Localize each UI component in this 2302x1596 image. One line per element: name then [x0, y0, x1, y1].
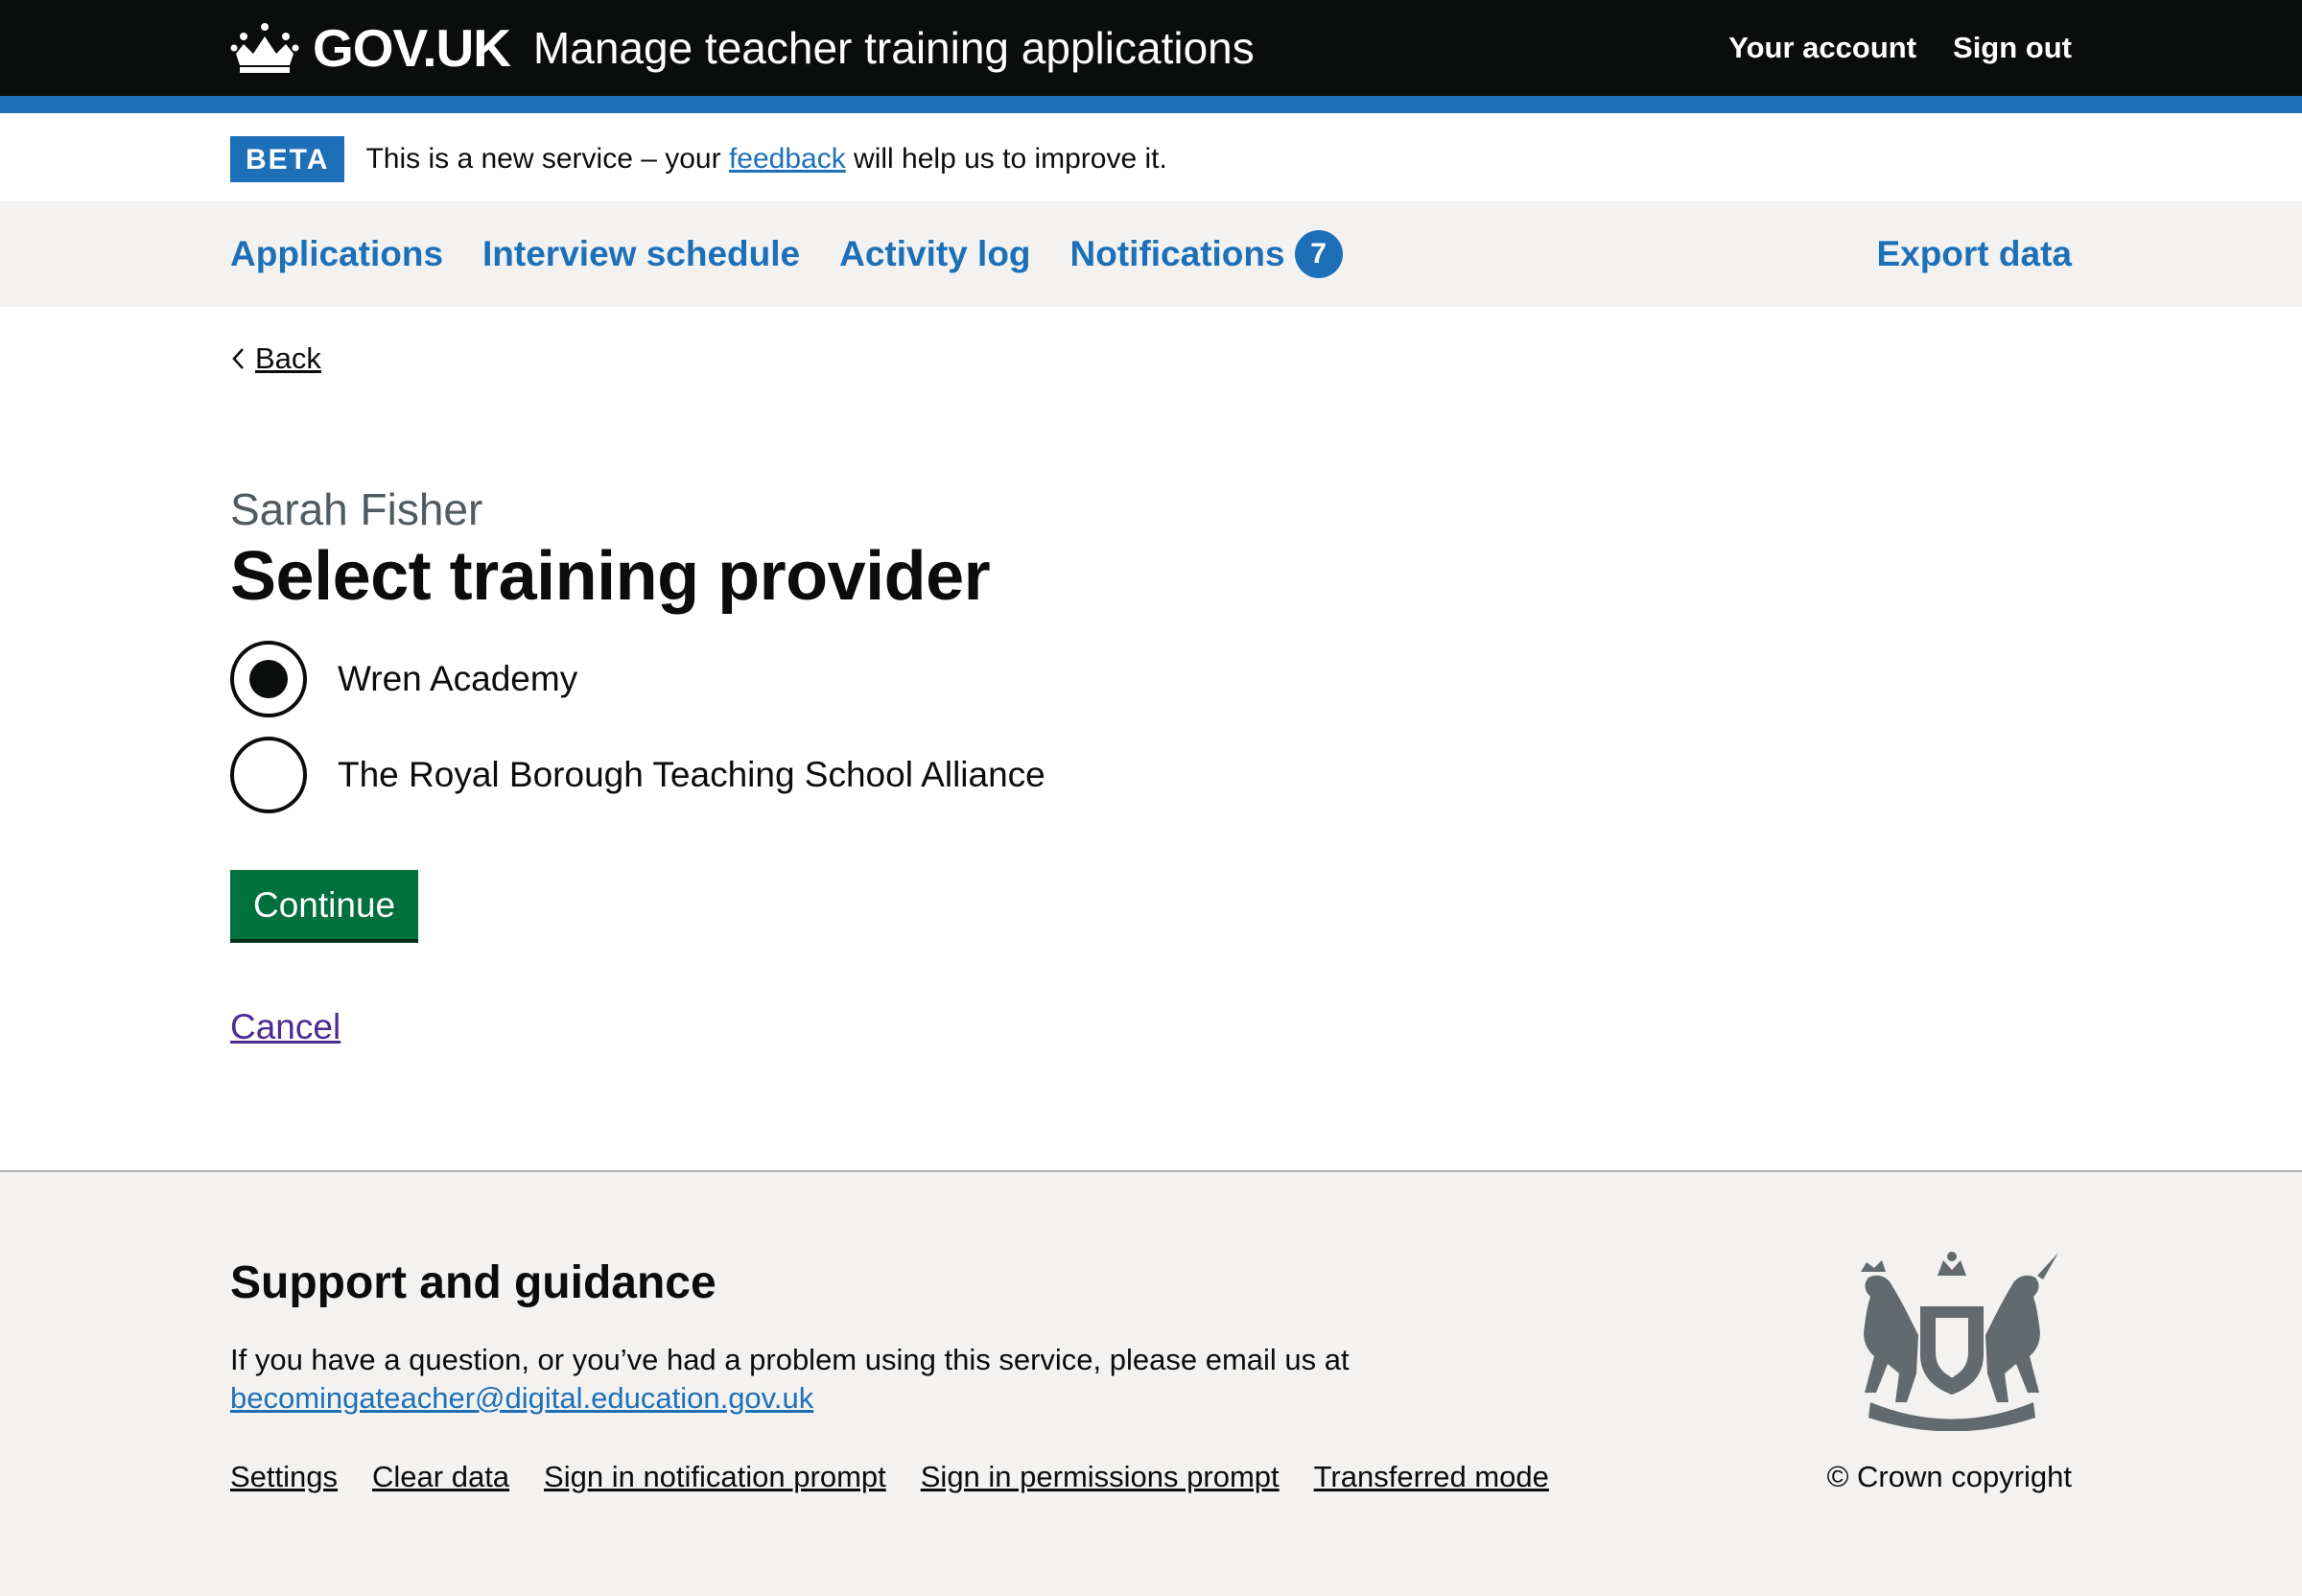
footer-link-transferred-mode[interactable]: Transferred mode	[1314, 1460, 1549, 1494]
nav-notifications[interactable]: Notifications 7	[1070, 230, 1343, 278]
radio-label[interactable]: Wren Academy	[338, 659, 577, 699]
main-content: Back Sarah Fisher Select training provid…	[0, 307, 2302, 1170]
radio-selected-dot	[249, 660, 288, 698]
back-link[interactable]: Back	[230, 341, 321, 376]
nav-notifications-label: Notifications	[1069, 234, 1285, 273]
support-email-link[interactable]: becomingateacher@digital.education.gov.u…	[230, 1381, 813, 1415]
footer-heading: Support and guidance	[230, 1257, 716, 1308]
footer-links: Settings Clear data Sign in notification…	[230, 1460, 1549, 1494]
chevron-left-icon	[232, 348, 244, 369]
sign-out-link[interactable]: Sign out	[1953, 31, 2072, 65]
phase-text-before: This is a new service – your	[365, 143, 729, 175]
feedback-link[interactable]: feedback	[729, 143, 846, 175]
site-footer: Support and guidance If you have a quest…	[0, 1170, 2302, 1596]
candidate-name-caption: Sarah Fisher	[230, 484, 483, 534]
cancel-link[interactable]: Cancel	[230, 1007, 341, 1047]
notification-count-badge: 7	[1294, 230, 1343, 278]
site-header: GOV.UK Manage teacher training applicati…	[0, 0, 2302, 113]
radio-label[interactable]: The Royal Borough Teaching School Allian…	[338, 755, 1045, 795]
radio-option-royal-borough[interactable]: The Royal Borough Teaching School Allian…	[230, 737, 1045, 813]
logo-text: GOV.UK	[313, 18, 511, 78]
footer-support-sentence: If you have a question, or you’ve had a …	[230, 1343, 1350, 1376]
nav-interview-schedule[interactable]: Interview schedule	[482, 234, 800, 274]
crown-copyright: © Crown copyright	[1826, 1460, 2072, 1493]
beta-tag: BETA	[230, 136, 345, 182]
footer-support-text: If you have a question, or you’ve had a …	[230, 1341, 1350, 1418]
radio-option-wren-academy[interactable]: Wren Academy	[230, 641, 1045, 717]
service-name-link[interactable]: Manage teacher training applications	[533, 22, 1255, 74]
govuk-logo-link[interactable]: GOV.UK	[230, 17, 511, 79]
phase-text-after: will help us to improve it.	[845, 143, 1167, 175]
nav-activity-log[interactable]: Activity log	[839, 234, 1030, 274]
radio-button[interactable]	[230, 737, 307, 813]
crown-icon	[230, 21, 299, 75]
footer-link-sign-in-permissions-prompt[interactable]: Sign in permissions prompt	[921, 1460, 1280, 1494]
nav-export-data[interactable]: Export data	[1876, 234, 2072, 274]
back-link-label: Back	[255, 341, 321, 375]
page-title: Select training provider	[230, 538, 991, 615]
phase-banner-text: This is a new service – your feedback wi…	[365, 143, 1166, 176]
nav-applications[interactable]: Applications	[230, 234, 443, 274]
primary-navigation: Applications Interview schedule Activity…	[0, 201, 2302, 307]
training-provider-radios: Wren Academy The Royal Borough Teaching …	[230, 641, 1045, 833]
footer-link-sign-in-notification-prompt[interactable]: Sign in notification prompt	[544, 1460, 886, 1494]
footer-link-settings[interactable]: Settings	[230, 1460, 338, 1494]
phase-banner: BETA This is a new service – your feedba…	[0, 113, 2302, 201]
royal-coat-of-arms-icon	[1832, 1249, 2072, 1432]
footer-link-clear-data[interactable]: Clear data	[372, 1460, 509, 1494]
your-account-link[interactable]: Your account	[1728, 31, 1916, 65]
continue-button[interactable]: Continue	[230, 870, 419, 939]
radio-button-selected[interactable]	[230, 641, 307, 717]
account-navigation: Your account Sign out	[1728, 31, 2072, 65]
